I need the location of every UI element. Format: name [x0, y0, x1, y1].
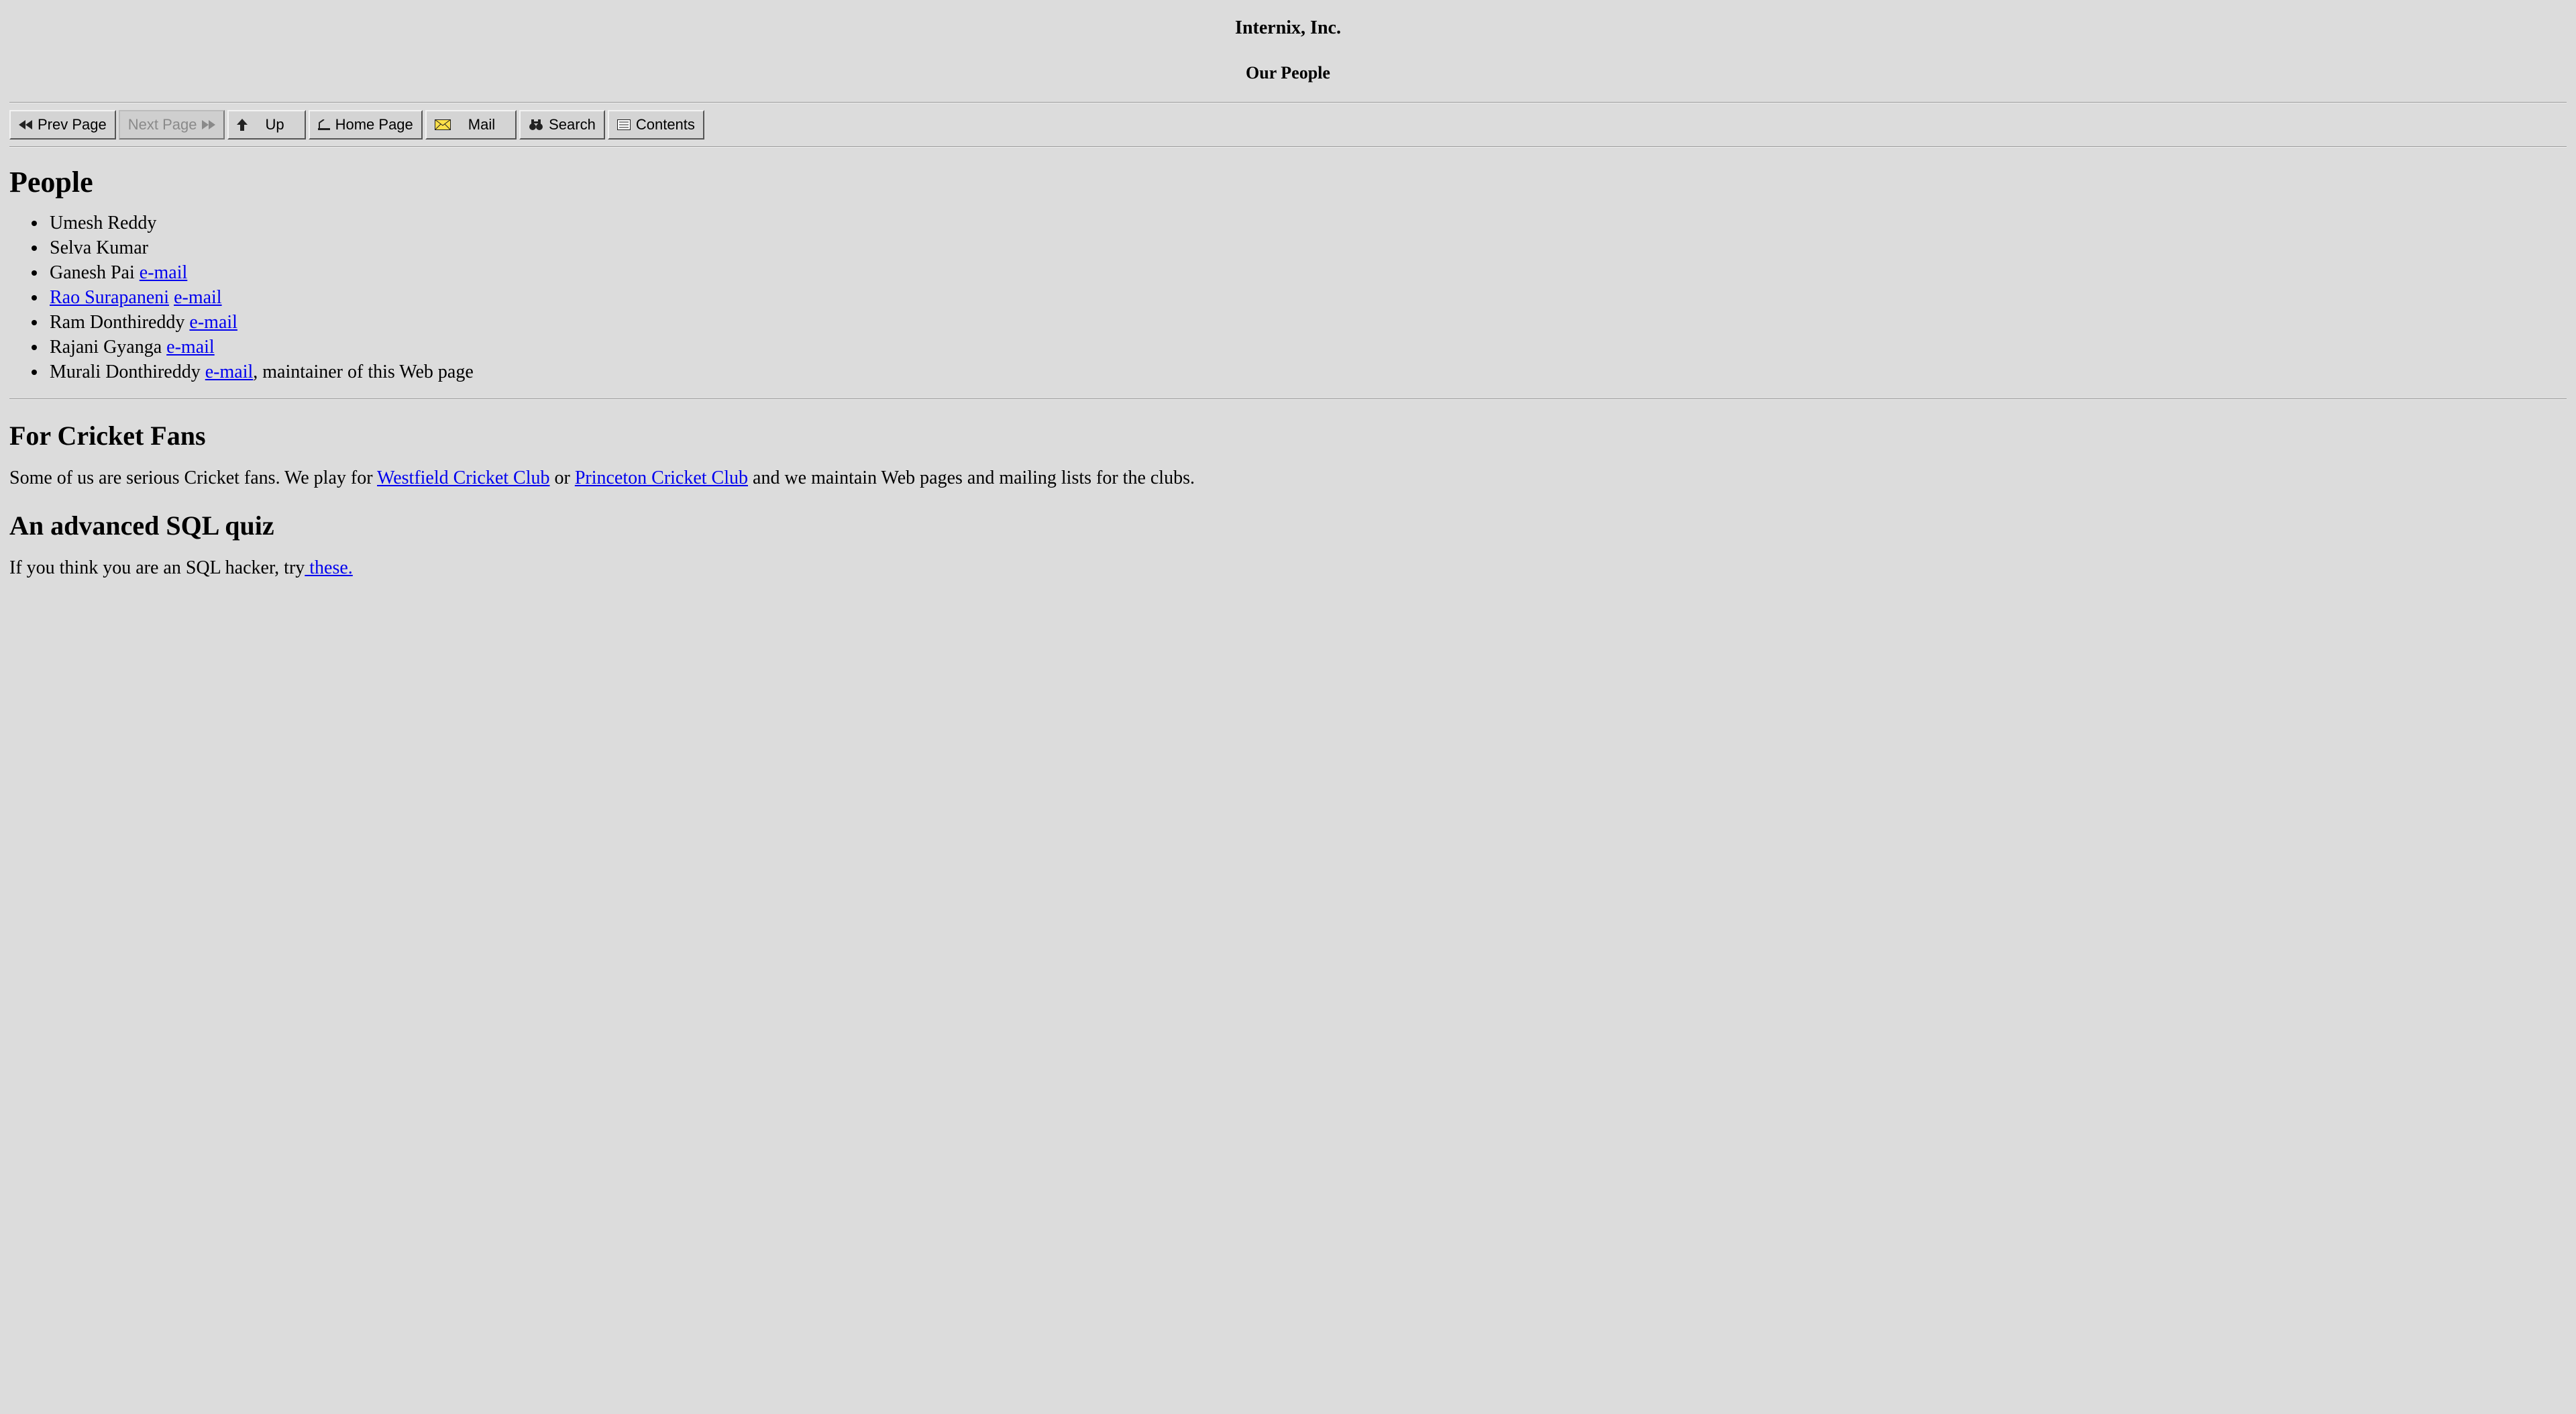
button-label: Up — [253, 116, 296, 133]
sql-quiz-link[interactable]: these. — [305, 557, 353, 578]
list-item: Rajani Gyanga e-mail — [47, 335, 2567, 359]
nav-toolbar: Prev Page Next Page Up Home Page Mail — [9, 110, 2567, 140]
person-name-link[interactable]: Rao Surapaneni — [50, 287, 169, 308]
button-label: Search — [549, 116, 596, 133]
divider — [9, 146, 2567, 148]
divider — [9, 102, 2567, 103]
person-name: Rajani Gyanga — [50, 337, 162, 358]
page-title: Internix, Inc. — [9, 17, 2567, 39]
search-button[interactable]: Search — [519, 110, 605, 140]
list-item: Murali Donthireddy e-mail, maintainer of… — [47, 360, 2567, 384]
envelope-icon — [435, 119, 451, 130]
princeton-link[interactable]: Princeton Cricket Club — [575, 468, 748, 488]
people-heading: People — [9, 165, 2567, 199]
person-name: Ganesh Pai — [50, 262, 135, 283]
list-item: Umesh Reddy — [47, 211, 2567, 235]
divider — [9, 398, 2567, 400]
sql-paragraph: If you think you are an SQL hacker, try … — [9, 556, 2567, 580]
text: or — [550, 468, 575, 488]
page-subtitle: Our People — [9, 63, 2567, 83]
cricket-paragraph: Some of us are serious Cricket fans. We … — [9, 466, 2567, 490]
email-link[interactable]: e-mail — [140, 262, 188, 283]
list-item: Selva Kumar — [47, 236, 2567, 260]
page: Internix, Inc. Our People Prev Page Next… — [0, 0, 2576, 616]
up-arrow-icon — [237, 119, 248, 131]
cricket-heading: For Cricket Fans — [9, 420, 2567, 451]
button-label: Home Page — [335, 116, 413, 133]
text: If you think you are an SQL hacker, try — [9, 557, 305, 578]
button-label: Contents — [636, 116, 695, 133]
contents-button[interactable]: Contents — [608, 110, 704, 140]
home-icon — [318, 119, 330, 130]
people-list: Umesh Reddy Selva Kumar Ganesh Pai e-mai… — [47, 211, 2567, 384]
up-button[interactable]: Up — [227, 110, 305, 140]
button-label: Mail — [456, 116, 507, 133]
forward-icon — [202, 120, 215, 129]
mail-button[interactable]: Mail — [425, 110, 517, 140]
email-link[interactable]: e-mail — [166, 337, 215, 358]
person-name: Umesh Reddy — [50, 213, 156, 233]
person-name: Selva Kumar — [50, 237, 148, 258]
person-name: Ram Donthireddy — [50, 312, 184, 333]
next-page-button: Next Page — [119, 110, 225, 140]
text: and we maintain Web pages and mailing li… — [748, 468, 1195, 488]
person-trailing: , maintainer of this Web page — [253, 362, 473, 382]
contents-icon — [617, 119, 631, 130]
list-item: Ganesh Pai e-mail — [47, 261, 2567, 284]
westfield-link[interactable]: Westfield Cricket Club — [377, 468, 549, 488]
text: Some of us are serious Cricket fans. We … — [9, 468, 377, 488]
binoculars-icon — [529, 119, 543, 130]
sql-heading: An advanced SQL quiz — [9, 510, 2567, 541]
person-name: Murali Donthireddy — [50, 362, 201, 382]
button-label: Next Page — [128, 116, 197, 133]
home-button[interactable]: Home Page — [309, 110, 423, 140]
rewind-icon — [19, 120, 32, 129]
list-item: Rao Surapaneni e-mail — [47, 286, 2567, 309]
button-label: Prev Page — [38, 116, 107, 133]
list-item: Ram Donthireddy e-mail — [47, 311, 2567, 334]
email-link[interactable]: e-mail — [205, 362, 254, 382]
prev-page-button[interactable]: Prev Page — [9, 110, 116, 140]
email-link[interactable]: e-mail — [189, 312, 237, 333]
email-link[interactable]: e-mail — [174, 287, 222, 308]
